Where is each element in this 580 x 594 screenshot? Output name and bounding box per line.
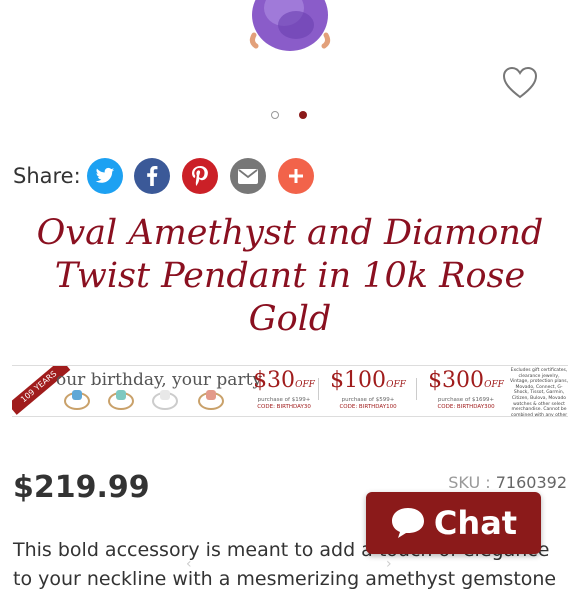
carousel-indicator <box>268 109 318 123</box>
share-facebook-button[interactable] <box>134 158 170 194</box>
facebook-icon <box>147 166 158 186</box>
chevron-right-icon[interactable]: › <box>386 556 392 572</box>
twitter-icon <box>95 167 115 183</box>
email-icon <box>238 168 258 184</box>
offer-code: CODE: BIRTHDAY100 <box>339 404 397 410</box>
product-price: $219.99 <box>13 470 150 505</box>
offer-off: OFF <box>484 380 504 390</box>
offer-off: OFF <box>386 380 406 390</box>
share-email-button[interactable] <box>230 158 266 194</box>
chevron-left-icon[interactable]: ‹ <box>186 556 192 572</box>
carousel-dot-1[interactable] <box>271 111 279 119</box>
chat-button[interactable]: Chat <box>366 492 541 554</box>
pinterest-icon <box>192 166 208 186</box>
offer-min: purchase of $199+ <box>257 397 311 403</box>
promo-headline: our birthday, your party <box>56 370 263 390</box>
promo-offer-100: $100OFF purchase of $599+ CODE: BIRTHDAY… <box>324 369 412 411</box>
ring-image <box>64 390 90 410</box>
offer-code: CODE: BIRTHDAY30 <box>257 404 311 410</box>
sku-value: 7160392 <box>495 473 567 492</box>
chat-bubble-icon <box>391 508 424 538</box>
share-more-button[interactable] <box>278 158 314 194</box>
sku-label: SKU : <box>448 473 491 492</box>
ring-image <box>198 390 224 410</box>
ring-image <box>108 390 134 410</box>
favorite-button[interactable] <box>502 66 538 100</box>
promo-offer-300: $300OFF purchase of $1699+ CODE: BIRTHDA… <box>422 369 510 411</box>
share-twitter-button[interactable] <box>87 158 123 194</box>
ring-image <box>152 390 178 410</box>
offer-amount: $300 <box>428 368 485 393</box>
share-label: Share: <box>13 164 81 188</box>
description-carousel-arrows: ‹ › <box>180 556 400 572</box>
banner-divider <box>318 378 319 400</box>
share-pinterest-button[interactable] <box>182 158 218 194</box>
offer-off: OFF <box>295 380 315 390</box>
heart-icon <box>502 66 538 99</box>
offer-min: purchase of $599+ <box>341 397 395 403</box>
promo-offer-30: $30OFF purchase of $199+ CODE: BIRTHDAY3… <box>240 369 328 411</box>
offer-code: CODE: BIRTHDAY300 <box>437 404 495 410</box>
offer-min: purchase of $1699+ <box>437 397 495 403</box>
promo-banner[interactable]: 109 YEARS our birthday, your party $30OF… <box>12 365 568 417</box>
product-image <box>240 0 340 55</box>
product-title: Oval Amethyst and Diamond Twist Pendant … <box>36 213 544 339</box>
gem-pendant-image <box>249 0 331 51</box>
carousel-dot-2-active[interactable] <box>299 111 307 119</box>
promo-fine-print: Excludes gift certificates, clearance je… <box>510 368 568 417</box>
offer-amount: $30 <box>253 368 296 393</box>
chat-label: Chat <box>433 504 518 542</box>
banner-divider <box>416 378 417 400</box>
offer-amount: $100 <box>330 368 387 393</box>
product-sku: SKU : 7160392 <box>448 473 567 492</box>
plus-icon <box>289 169 303 183</box>
